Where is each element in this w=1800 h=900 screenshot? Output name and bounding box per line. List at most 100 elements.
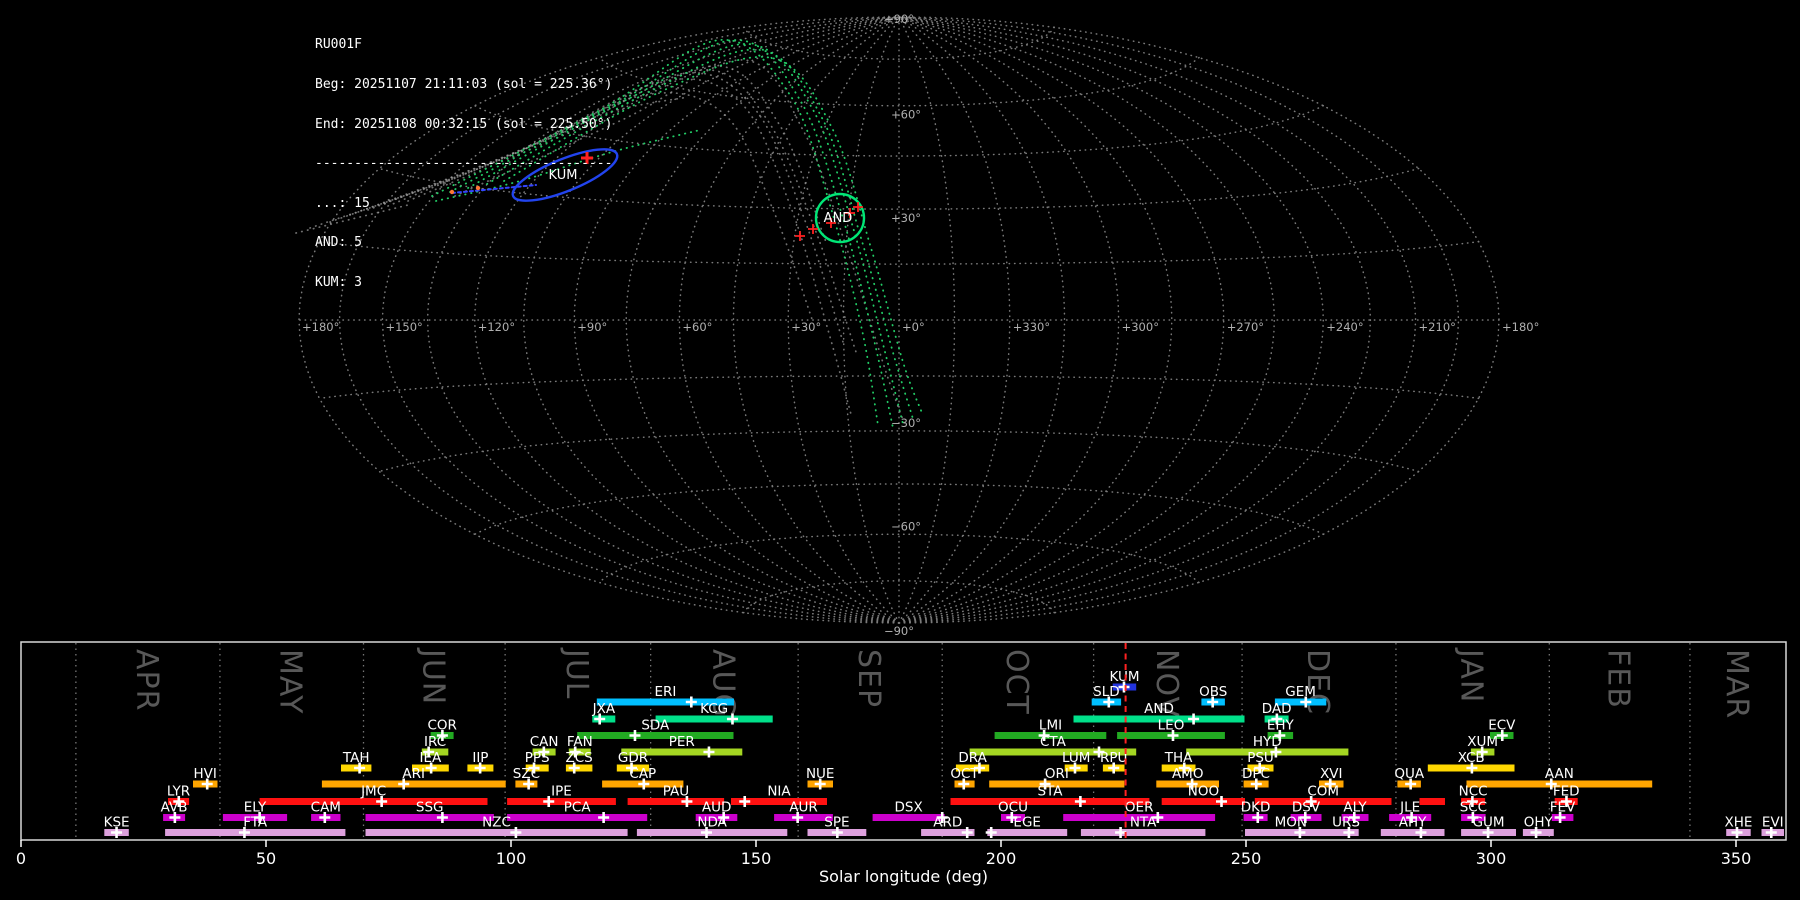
radiant-and: AND [795,192,866,244]
pole-label-north: +90° [884,12,914,26]
shower-label: SZC [513,766,540,782]
shower-label: MON [1275,815,1307,831]
shower-JXA: JXA [592,701,616,725]
month-label: JAN [1454,647,1489,703]
x-axis: 0 50 100 150 200 250 300 350 Solar longitude (de… [16,840,1751,886]
longitude-label: +180° [1502,320,1539,334]
shower-label: JLE [1399,800,1420,816]
month-label: JUN [415,647,450,705]
shower-label: ELY [244,800,267,816]
shower-CAM: CAM [311,800,341,823]
shower-label: PER [669,734,695,750]
month-label: APR [129,649,164,711]
longitude-label: +180° [302,320,339,334]
shower-SZC: SZC [513,766,540,790]
meteor-radiant-marker [853,202,863,212]
end-time: End: 20251108 00:32:15 (sol = 225.50°) [315,116,613,132]
parallel-line [742,26,1056,60]
shower-label: PAU [663,784,689,800]
shower-label: STA [1037,784,1063,800]
shower-label: LMI [1039,718,1062,734]
shower-label: IPE [551,784,572,800]
shower-label: AAN [1545,766,1574,782]
longitude-label: +240° [1326,320,1363,334]
shower-DKD: DKD [1241,800,1270,823]
month-label: SEP [851,649,886,708]
shower-label: ORI [1045,766,1069,782]
shower-AVB: AVB [161,800,188,823]
axis-title: Solar longitude (deg) [819,867,988,886]
shower-EVI: EVI [1761,815,1784,838]
shower-OHY: OHY [1522,815,1554,838]
axis-tick-label: 0 [16,849,26,868]
longitude-label: +210° [1419,320,1456,334]
shower-label: IRC [424,734,446,750]
longitude-label: +0° [902,320,925,334]
latitude-label: −60° [891,519,921,533]
shower-label: NTA [1130,815,1157,831]
shower-label: ERI [654,684,676,700]
shower-label: OHY [1524,815,1554,831]
shower-label: PCA [564,800,592,816]
shower-label: TAH [342,750,370,766]
shower-label: GDR [618,750,648,766]
shower-label: GEM [1285,684,1316,700]
month-label: MAR [1719,649,1754,719]
shower-QUA: QUA [1394,766,1425,790]
shower-label: HYD [1253,734,1282,750]
month-label: MAY [273,649,308,714]
shower-ZCS: ZCS [565,750,593,774]
shower-label: ARI [402,766,425,782]
shower-TAH: TAH [341,750,372,774]
shower-label: NDA [697,815,727,831]
shower-DPC: DPC [1242,766,1270,790]
longitude-label: +300° [1122,320,1159,334]
shower-unlabeled [1419,798,1445,805]
longitude-label: +270° [1227,320,1264,334]
shower-label: AUD [702,800,732,816]
meridian-line [898,16,1500,624]
shower-label: FTA [243,815,268,831]
longitude-label: +120° [478,320,515,334]
axis-tick-label: 300 [1476,849,1507,868]
shower-label: LEO [1158,718,1185,734]
longitude-label: +30° [791,320,821,334]
shower-label: FEV [1550,800,1576,816]
shower-label: EGE [1013,815,1041,831]
shower-label: AMO [1172,766,1204,782]
begin-time: Beg: 20251107 21:11:03 (sol = 225.36°) [315,77,613,93]
longitude-label: +330° [1013,320,1050,334]
shower-OBS: OBS [1199,684,1227,708]
axis-tick-label: 50 [256,849,276,868]
shower-label: JXA [592,701,616,717]
month-label: JUL [559,647,594,700]
count-kum: KUM: 3 [315,275,362,291]
shower-XHE: XHE [1725,815,1752,838]
shower-HVI: HVI [193,766,218,790]
shower-label: URS [1332,815,1360,831]
shower-label: PPS [525,750,550,766]
shower-label: ZCS [565,750,592,766]
shower-label: SLD [1093,684,1120,700]
observation-summary: RU001F Beg: 20251107 21:11:03 (sol = 225… [315,12,612,302]
shower-label: SSG [416,800,444,816]
latitude-label: −30° [891,416,921,430]
shower-label: ARD [933,815,962,831]
axis-tick-label: 250 [1231,849,1262,868]
month-label: OCT [999,649,1034,715]
meteor-radiant-marker [795,231,805,241]
shower-SLD: SLD [1091,684,1122,708]
shower-label: OER [1125,800,1154,816]
axis-tick-label: 150 [741,849,772,868]
shower-label: DRA [958,750,987,766]
plot-canvas: +90° −90° +60° +30° −30° −60° +180° +150° +120° +… [16,12,1787,886]
shower-label: AHY [1399,815,1427,831]
latitude-label: +60° [891,108,921,122]
pole-label-south: −90° [884,624,914,638]
shower-label: EVI [1762,815,1784,831]
shower-FEV: FEV [1550,800,1576,823]
separator-line: -------------------------------------- [315,156,613,172]
shower-label: KCG [700,701,728,717]
shower-label: SDA [641,718,670,734]
longitude-label: +60° [682,320,712,334]
